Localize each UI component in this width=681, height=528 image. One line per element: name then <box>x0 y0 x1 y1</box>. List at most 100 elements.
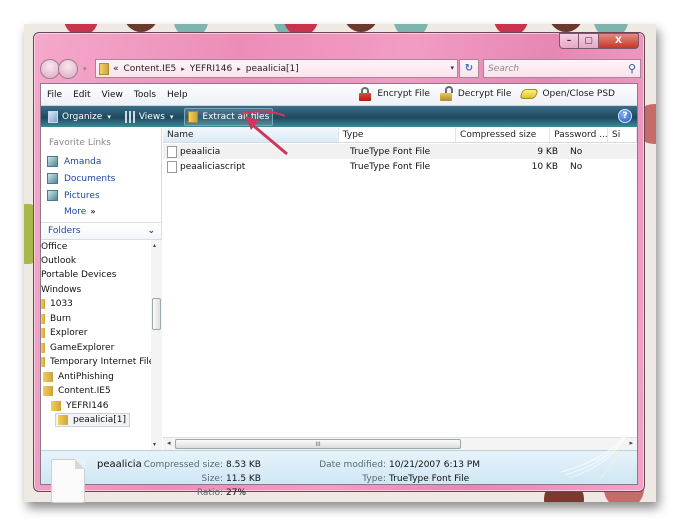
tree-item-label: YEFRI146 <box>66 401 109 411</box>
file-type-cell: TrueType Font File <box>350 161 431 172</box>
breadcrumb-content-ie5[interactable]: Content.IE5 <box>124 64 177 74</box>
toolbar-actions: Encrypt File Decrypt File Open/Close PSD <box>349 86 615 101</box>
details-file-name: peaalicia <box>97 459 142 470</box>
favorite-link-amanda[interactable]: Amanda <box>47 156 101 167</box>
file-row[interactable]: peaaliciascript TrueType Font File 10 KB… <box>163 159 637 174</box>
breadcrumb-separator-icon[interactable]: ▸ <box>181 65 185 73</box>
tree-item-label: Temporary Internet Files <box>50 357 151 367</box>
menu-help[interactable]: Help <box>167 90 188 100</box>
tree-item-label: Explorer <box>50 328 88 338</box>
tree-item-antiphishing[interactable]: AntiPhishing <box>43 370 114 384</box>
tree-item-portable-devices[interactable]: Portable Devices <box>41 268 116 282</box>
file-type-cell: TrueType Font File <box>350 146 431 157</box>
tree-item-label: Outlook <box>41 256 77 266</box>
tree-item-office[interactable]: Office <box>41 240 67 254</box>
tree-item-1033[interactable]: 1033 <box>41 297 73 311</box>
date-modified-value: 10/21/2007 6:13 PM <box>389 460 480 470</box>
file-icon <box>167 160 177 173</box>
organize-button[interactable]: Organize ▾ <box>45 109 114 125</box>
close-button[interactable]: X <box>599 33 639 49</box>
menu-tools[interactable]: Tools <box>134 90 156 100</box>
chevron-down-icon[interactable]: ⌄ <box>147 226 155 236</box>
search-box[interactable]: ⚲ <box>483 59 641 78</box>
maximize-button[interactable]: ▢ <box>579 33 599 49</box>
minimize-button[interactable]: – <box>559 33 579 49</box>
favorite-link-pictures[interactable]: Pictures <box>47 190 100 201</box>
scroll-thumb[interactable] <box>152 298 161 330</box>
tree-item-gameexplorer[interactable]: GameExplorer <box>41 341 114 355</box>
help-icon[interactable]: ? <box>618 109 632 123</box>
search-input[interactable] <box>488 63 618 74</box>
address-overflow[interactable]: « <box>113 64 119 74</box>
type-label: Type: <box>362 474 386 484</box>
recent-pages-dropdown[interactable]: ▾ <box>83 65 87 73</box>
favorite-link-documents[interactable]: Documents <box>47 173 115 184</box>
user-folder-icon <box>47 156 58 167</box>
wallpaper-dot <box>549 24 583 32</box>
size-value: 11.5 KB <box>226 474 261 484</box>
tree-item-explorer[interactable]: Explorer <box>41 326 87 340</box>
tree-item-label: GameExplorer <box>50 343 115 353</box>
decorative-swoosh <box>560 429 630 479</box>
tree-item-label: Burn <box>50 314 72 324</box>
refresh-button[interactable]: ↻ <box>459 59 479 78</box>
tree-item-burn[interactable]: Burn <box>41 312 71 326</box>
ratio-value: 27% <box>226 488 247 498</box>
tree-item-temporary-internet-files[interactable]: Temporary Internet Files <box>41 355 151 369</box>
tree-item-label: Office <box>41 242 68 252</box>
compressed-size-label: Compressed size: <box>143 460 223 470</box>
horizontal-scroll-thumb[interactable]: III <box>175 439 461 449</box>
breadcrumb-separator-icon[interactable]: ▸ <box>237 65 241 73</box>
tree-item-outlook[interactable]: Outlook <box>41 254 76 268</box>
menu-edit[interactable]: Edit <box>73 90 90 100</box>
folders-header[interactable]: Folders ⌄ <box>41 222 161 240</box>
back-button[interactable] <box>40 59 60 79</box>
folder-tree-scrollbar[interactable]: ▴ ▾ <box>151 240 162 450</box>
scroll-left-icon[interactable]: ◂ <box>167 439 171 447</box>
zip-folder-icon <box>58 415 68 425</box>
chevron-down-icon: ▾ <box>107 112 111 121</box>
type-value: TrueType Font File <box>389 474 470 484</box>
command-bar: Organize ▾ Views ▾ Extract all files ? <box>41 106 637 127</box>
encrypt-file-button[interactable]: Encrypt File <box>359 87 430 101</box>
decrypt-file-label: Decrypt File <box>457 89 512 99</box>
file-icon <box>167 145 177 158</box>
open-close-psd-button[interactable]: Open/Close PSD <box>519 89 615 99</box>
breadcrumb-peaalicia[interactable]: peaalicia[1] <box>246 64 299 74</box>
tree-item-peaalicia-selected[interactable]: peaalicia[1] <box>55 413 130 427</box>
menu-file[interactable]: File <box>47 90 62 100</box>
column-header-size[interactable]: Si <box>608 128 637 142</box>
breadcrumb-yefri146[interactable]: YEFRI146 <box>190 64 232 74</box>
folders-label: Folders <box>48 226 81 236</box>
scroll-down-icon[interactable]: ▾ <box>153 441 156 448</box>
folder-icon <box>41 299 45 309</box>
tree-item-yefri146[interactable]: YEFRI146 <box>51 399 108 413</box>
column-header-type[interactable]: Type <box>339 128 457 142</box>
folder-icon <box>41 343 45 353</box>
favorite-link-label: Pictures <box>64 190 100 201</box>
forward-button[interactable] <box>58 59 78 79</box>
pictures-icon <box>47 190 58 201</box>
file-password-cell: No <box>570 161 583 172</box>
caption-buttons: – ▢ X <box>559 33 639 49</box>
decrypt-file-button[interactable]: Decrypt File <box>439 86 512 101</box>
menu-view[interactable]: View <box>102 90 123 100</box>
tree-item-windows[interactable]: Windows <box>41 283 81 297</box>
double-chevron-icon: » <box>90 207 96 216</box>
folder-tree: Office Outlook Portable Devices Windows … <box>41 240 151 450</box>
organize-label: Organize <box>62 111 103 122</box>
folder-icon <box>99 62 109 75</box>
lock-red-icon <box>359 87 372 101</box>
search-icon[interactable]: ⚲ <box>628 62 636 75</box>
column-header-password[interactable]: Password ... <box>550 128 609 142</box>
column-header-compressed-size[interactable]: Compressed size <box>456 128 551 142</box>
views-button[interactable]: Views ▾ <box>122 109 177 125</box>
address-dropdown-icon[interactable]: ▾ <box>450 64 454 72</box>
grip-icon: III <box>315 440 321 448</box>
scroll-up-icon[interactable]: ▴ <box>153 242 156 249</box>
file-name-cell: peaaliciascript <box>163 159 346 174</box>
more-links[interactable]: More» <box>64 207 95 217</box>
navigation-pane: Favorite Links Amanda Documents Pictures… <box>41 128 162 450</box>
tree-item-content-ie5[interactable]: Content.IE5 <box>43 384 111 398</box>
address-bar[interactable]: « Content.IE5 ▸ YEFRI146 ▸ peaalicia[1] … <box>95 59 458 78</box>
